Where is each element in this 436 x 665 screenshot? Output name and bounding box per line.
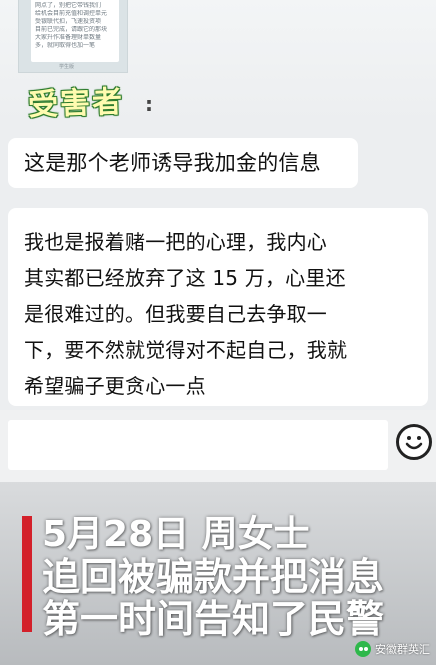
caption-line: 第一时间告知了民警 <box>42 597 385 641</box>
message-text-line: 希望骗子更贪心一点 <box>24 374 206 398</box>
smiley-face-icon <box>405 436 423 450</box>
caption-line: 5月28日 周女士 <box>42 514 310 555</box>
watermark: 安徽群英汇 <box>355 641 430 657</box>
message-text-line: 下，要不然就觉得对不起自己，我就 <box>24 338 348 362</box>
embedded-screenshot-area: 网点了，别把它带钱我们 给机会目前充值和调控单元 受银联代扣，飞速投资项 目前已… <box>0 0 436 125</box>
embedded-caption: 学生版 <box>59 64 75 70</box>
embedded-line: 受银联代扣，飞速投资项 <box>35 18 102 25</box>
news-caption-area: 5月28日 周女士 追回被骗款并把消息 第一时间告知了民警 安徽群英汇 <box>0 482 436 665</box>
message-text-line: 其实都已经放弃了这 15 万，心里还 <box>24 266 346 290</box>
embedded-line: 网点了，别把它带钱我们 <box>35 2 102 9</box>
message-bubble-incoming[interactable]: 我也是报着赌一把的心理，我内心 其实都已经放弃了这 15 万，心里还 是很难过的… <box>8 208 428 406</box>
embedded-message-bubble: 网点了，别把它带钱我们 给机会目前充值和调控单元 受银联代扣，飞速投资项 目前已… <box>31 0 119 62</box>
message-text: 这是那个老师诱导我加金的信息 <box>24 151 321 175</box>
victim-label-colon: : <box>145 92 154 116</box>
embedded-line: 多，就同取得也加一笔 <box>35 42 96 49</box>
embedded-line: 大家升作准备理财单数量 <box>35 34 102 41</box>
embedded-line: 给机会目前充值和调控单元 <box>35 10 108 17</box>
caption-line: 追回被骗款并把消息 <box>42 555 385 599</box>
message-input[interactable] <box>8 420 388 470</box>
victim-label: 受害者 <box>27 84 125 123</box>
emoji-button[interactable] <box>396 424 432 460</box>
message-text-line: 是很难过的。但我要自己去争取一 <box>24 302 327 326</box>
message-bubble-incoming[interactable]: 这是那个老师诱导我加金的信息 <box>8 138 358 188</box>
message-text-line: 我也是报着赌一把的心理，我内心 <box>24 230 327 254</box>
wechat-icon <box>355 641 371 657</box>
embedded-line: 目前已完成，请跟它的那块 <box>35 26 108 33</box>
watermark-text: 安徽群英汇 <box>375 643 430 656</box>
embedded-chat-screenshot[interactable]: 网点了，别把它带钱我们 给机会目前充值和调控单元 受银联代扣，飞速投资项 目前已… <box>18 0 128 73</box>
chat-input-bar <box>0 410 436 482</box>
caption-accent-bar <box>22 516 32 632</box>
